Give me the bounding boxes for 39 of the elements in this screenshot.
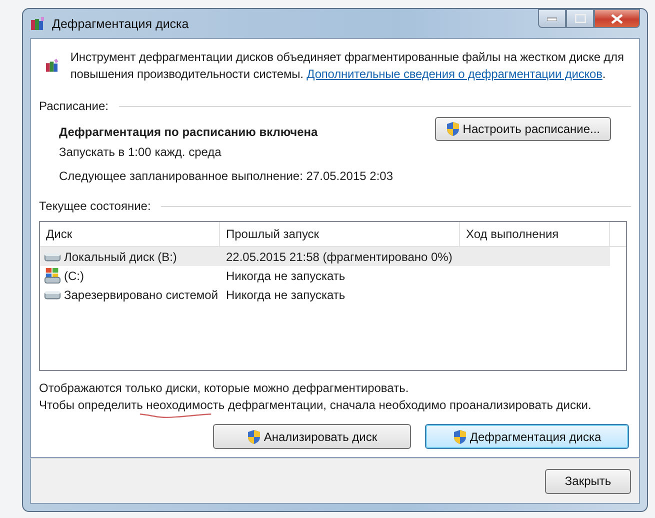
close-button[interactable] [594,9,640,28]
more-info-link[interactable]: Дополнительные сведения о дефрагментации дисков [306,67,602,81]
disk-name: Зарезервировано системой [64,288,218,302]
configure-schedule-button[interactable]: Настроить расписание... [434,117,611,141]
window-title: Дефрагментация диска [52,16,189,30]
maximize-icon [574,14,586,23]
minimize-button[interactable] [538,9,566,28]
shield-icon [452,428,467,444]
defrag-app-icon [30,16,46,32]
action-button[interactable]: Дефрагментация диска [425,424,629,449]
system-drive-icon [44,267,61,284]
shield-icon [246,428,261,444]
schedule-run-time: Запускать в 1:00 кажд. среда [59,145,222,159]
column-header[interactable]: Прошлый запуск [220,222,460,246]
disk-row[interactable]: (C:) Никогда не запускать [40,266,610,285]
disk-name: (C:) [64,268,84,282]
minimize-icon [547,16,557,20]
section-heading: Текущее состояние: [39,199,151,213]
close-icon [611,14,623,24]
last-run-cell-text: 22.05.2015 21:58 (фрагментировано 0%) [225,250,454,264]
last-run-cell-text: Никогда не запускать [225,268,346,282]
note-text: Чтобы определить неоходимость дефрагментации, сначала необходимо проанализировать диски. [39,398,592,412]
intro-text: Инструмент дефрагментации дисков объединяет фрагментированные файлы на жестком диске для повышения производительности системы. Дополнительные сведения о дефрагментации дисков. [70,49,625,83]
column-header[interactable]: Диск [40,222,220,246]
schedule-status: Дефрагментация по расписанию включена [59,125,319,139]
close-dialog-button[interactable]: Закрыть [545,468,631,494]
action-button[interactable]: Анализировать диск [213,424,411,449]
note-text: Отображаются только диски, которые можно дефрагментировать. [39,381,410,395]
disk-row[interactable]: Зарезервировано системой Никогда не запускать [40,285,610,304]
drive-icon [44,288,61,300]
column-header[interactable]: Ход выполнения [460,222,610,246]
maximize-button[interactable] [566,9,594,28]
disk-row[interactable]: Локальный диск (B:) 22.05.2015 21:58 (фрагментировано 0%) [40,247,610,266]
drive-icon [44,250,61,262]
section-heading: Расписание: [39,99,108,113]
last-run-cell-text: Никогда не запускать [225,288,346,302]
next-run-text: Следующее запланированное выполнение: 27.05.2015 2:03 [59,169,394,183]
disk-name: Локальный диск (B:) [64,250,177,264]
shield-icon [446,121,460,137]
